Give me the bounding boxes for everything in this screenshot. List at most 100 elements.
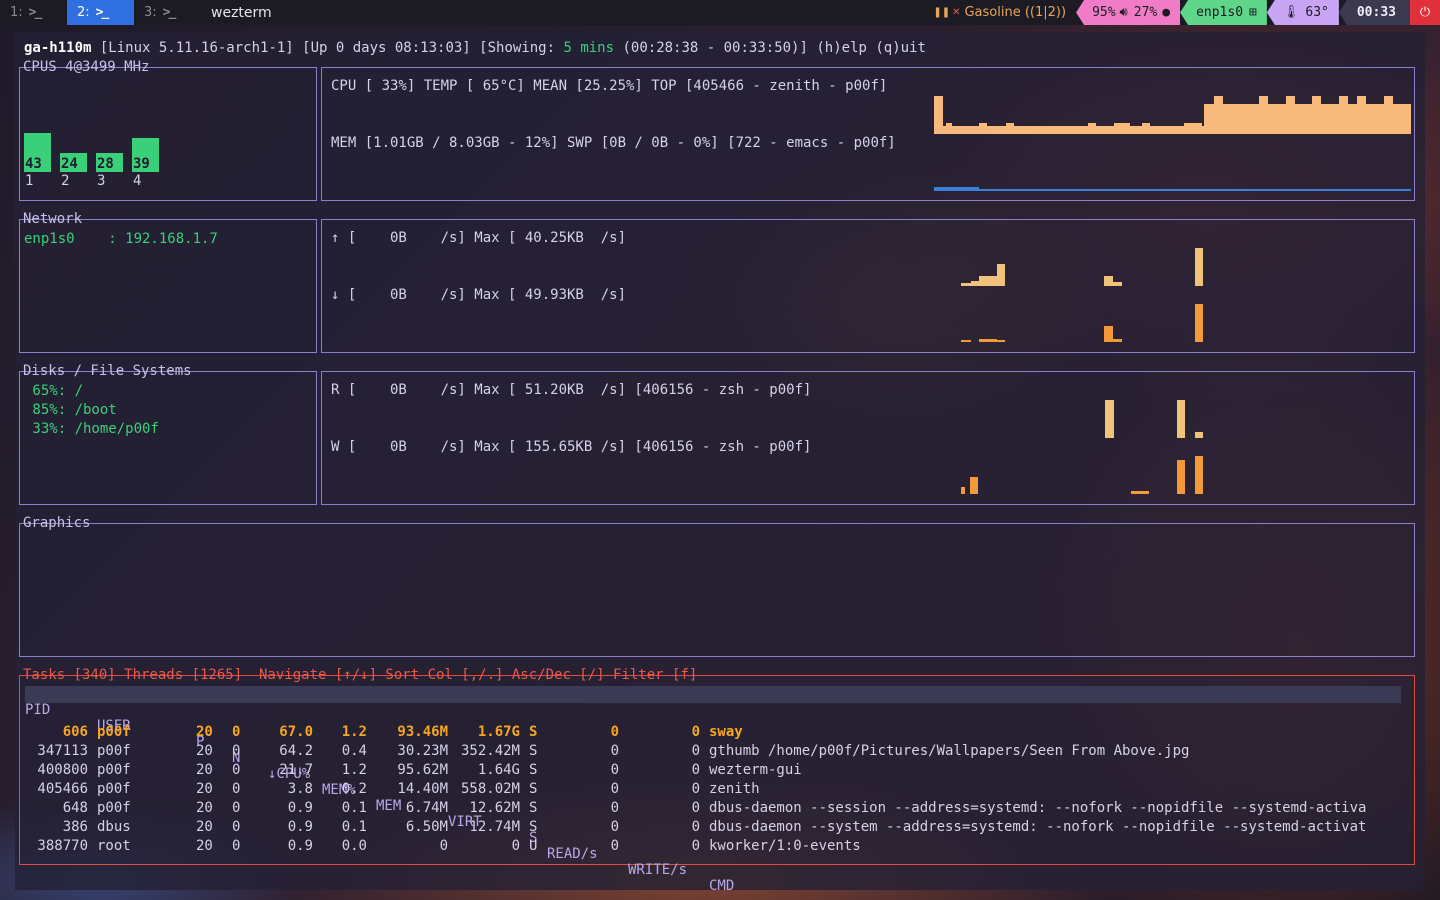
workspace-3[interactable]: 3: >_ [134,0,201,25]
cpu-history-bar [1259,96,1268,134]
cell-p: 20 [196,762,213,778]
workspace-1[interactable]: 1: >_ [0,0,67,25]
cell-cmd: dbus-daemon --session --address=systemd:… [709,800,1367,816]
hostname: ga-h110m [24,40,92,56]
cell-p: 20 [196,838,213,854]
cell-cmd: dbus-daemon --system --address=systemd: … [709,819,1367,835]
cell-mem-pct: 0.1 [341,800,367,816]
workspace-2[interactable]: 2: >_ [67,0,134,25]
cpu-history-bar [1088,123,1096,134]
terminal-window[interactable]: ga-h110m [Linux 5.11.16-arch1-1] [Up 0 d… [15,32,1425,894]
cell-mem: 14.40M [397,781,448,797]
power-button[interactable]: ⏻ [1410,0,1440,25]
volume-value: 95% [1092,5,1116,20]
network-icon: ⊞ [1249,5,1257,20]
cell-cmd: zenith [709,781,760,797]
cell-user: p00f [97,781,131,797]
disk-read-stats: R [ 0B /s] Max [ 51.20KB /s] [406156 - z… [331,382,812,398]
kernel-info: [Linux 5.11.16-arch1-1] [91,40,294,56]
cpu-history-bar [1357,96,1366,134]
workspace-number: 3: [144,5,157,20]
disk-read-bar [1195,432,1203,438]
cell-read: 0 [610,724,619,740]
network-module[interactable]: enp1s0 ⊞ [1180,0,1267,25]
cpu-mem-panel: CPU [ 33%] TEMP [ 65°C] MEAN [25.25%] TO… [321,67,1415,201]
cell-mem-pct: 0.4 [341,743,367,759]
tasks-panel[interactable]: Tasks [340] Threads [1265] Navigate [↑/↓… [19,667,1415,894]
network-up-bar [971,281,979,286]
media-player[interactable]: ❚❚ ✕ Gasoline ((1|2)) [923,0,1076,25]
cell-mem: 0 [439,838,448,854]
col-write[interactable]: WRITE/s [628,862,687,878]
cell-mem: 6.74M [405,800,448,816]
table-row[interactable]: 648 p00f 20 0 0.9 0.1 6.74M 12.62M S 0 0 dbus-daemo… [25,800,1410,819]
disk-write-bar [1131,491,1149,494]
cell-mem: 6.50M [405,819,448,835]
cell-write: 0 [691,838,700,854]
workspace-number: 1: [10,5,23,20]
network-down-stats: ↓ [ 0B /s] Max [ 49.93KB /s] [331,287,627,303]
task-table-header [25,686,1401,703]
col-pid[interactable]: PID [25,702,50,718]
filesystem-item: 33%: /home/p00f [24,421,159,437]
clock[interactable]: 00:33 [1338,0,1410,25]
cell-p: 20 [196,819,213,835]
cell-cpu: 0.9 [287,800,313,816]
network-interface: enp1s0 : 192.168.1.7 [24,231,218,247]
cpu-core-value: 24 [61,156,78,172]
network-iface: enp1s0 [1196,5,1244,20]
cell-mem: 95.62M [397,762,448,778]
cell-virt: 1.64G [477,762,520,778]
cell-write: 0 [691,819,700,835]
disk-read-graph [934,392,1411,438]
thermometer-icon: 🌡︎ [1282,5,1300,20]
table-row[interactable]: 606 p00f 20 0 67.0 1.2 93.46M 1.67G S 0 0 sway [25,724,1410,743]
disks-panel: Disks / File Systems 65%: / 85%: /boot 3… [19,363,317,505]
network-graph-panel: ↑ [ 0B /s] Max [ 40.25KB /s] ↓ [ 0B /s] … [321,219,1415,353]
cell-n: 0 [232,781,241,797]
disk-write-bar [961,487,965,494]
table-row[interactable]: 388770 root 20 0 0.9 0.0 0 0 U 0 0 kworker/1:0-even… [25,838,1410,857]
graphics-title: Graphics [23,515,91,531]
cell-s: S [529,724,538,740]
showing-label: [Showing: [470,40,564,56]
cpu-history-bar [1006,123,1014,134]
cpu-history-bar [1286,96,1295,134]
cell-pid: 388770 [37,838,88,854]
network-up-bar [979,276,997,286]
filesystem-item: 85%: /boot [24,402,117,418]
cpu-history-bar [1142,123,1150,134]
table-row[interactable]: 405466 p00f 20 0 3.8 0.2 14.40M 558.02M S 0 0 zenit… [25,781,1410,800]
uptime: [Up 0 days 08:13:03] [293,40,471,56]
cell-user: p00f [97,724,131,740]
cpu-history-bar [1312,96,1321,134]
window-title: wezterm [211,4,272,21]
table-row[interactable]: 347113 p00f 20 0 64.2 0.4 30.23M 352.42M S 0 0 gthu… [25,743,1410,762]
col-cmd[interactable]: CMD [709,878,734,894]
audio-module[interactable]: 95% 🔊︎ 27% ● [1076,0,1181,25]
cpu-stats: CPU [ 33%] TEMP [ 65°C] MEAN [25.25%] TO… [331,78,888,94]
cell-cmd: sway [709,724,743,740]
temperature-module[interactable]: 🌡︎ 63° [1266,0,1339,25]
cell-read: 0 [610,743,619,759]
help-quit[interactable]: (h)elp (q)uit [808,40,926,56]
network-up-graph [934,240,1411,286]
cell-p: 20 [196,724,213,740]
cell-cmd: kworker/1:0-events [709,838,861,854]
table-row[interactable]: 386 dbus 20 0 0.9 0.1 6.50M 12.74M S 0 0 dbus-daemo… [25,819,1410,838]
network-up-bar [961,283,971,286]
cell-mem-pct: 0.0 [341,838,367,854]
temperature-value: 63° [1305,5,1329,20]
cell-mem-pct: 1.2 [341,724,367,740]
table-row[interactable]: 400800 p00f 20 0 21.7 1.2 95.62M 1.64G S 0 0 wezter… [25,762,1410,781]
cell-user: p00f [97,762,131,778]
cell-cpu: 0.9 [287,819,313,835]
cell-user: p00f [97,800,131,816]
disks-title: Disks / File Systems [23,363,192,379]
cpu-core-bar: 39 [132,138,159,172]
cell-cpu: 64.2 [279,743,313,759]
cell-p: 20 [196,743,213,759]
cpu-history-bar [1184,123,1202,134]
cell-mem-pct: 1.2 [341,762,367,778]
cell-user: root [97,838,131,854]
